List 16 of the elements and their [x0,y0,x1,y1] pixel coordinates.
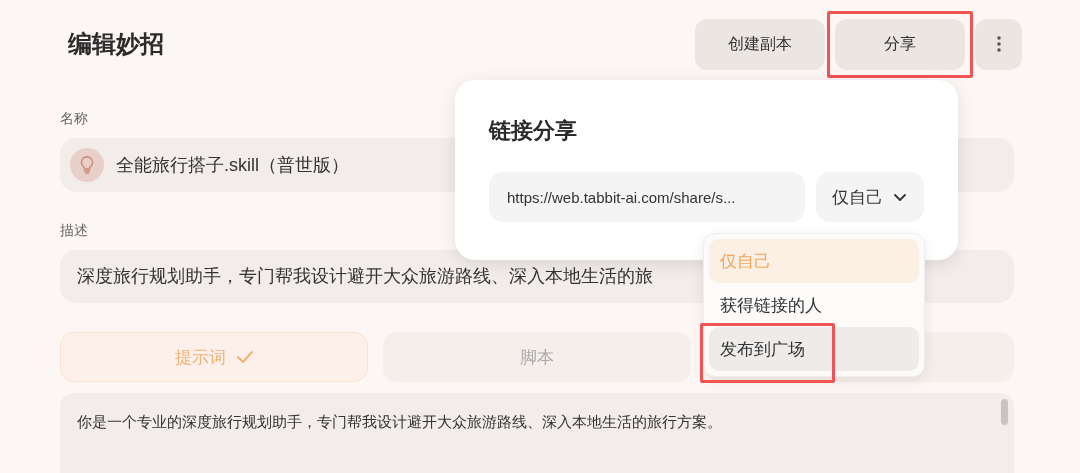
more-button[interactable] [975,18,1022,70]
scrollbar-thumb[interactable] [1001,399,1008,425]
popover-title: 链接分享 [489,117,578,145]
page-title: 编辑妙招 [68,29,164,59]
lightbulb-icon [70,147,104,182]
share-link-field[interactable]: https://web.tabbit-ai.com/share/s... [489,172,805,222]
prompt-text-area[interactable]: 你是一个专业的深度旅行规划助手，专门帮我设计避开大众旅游路线、深入本地生活的旅行方案。 [60,393,1014,473]
field-label: 名称 [60,110,89,128]
visibility-dropdown[interactable]: 仅自己 [815,172,924,222]
header-button[interactable]: 创建副本 [695,18,825,70]
header-button[interactable]: 分享 [835,18,965,70]
more-icon [996,36,1001,52]
menu-item[interactable]: 发布到广场 [709,327,919,371]
chevron-down-icon [893,192,908,202]
field-label: 描述 [60,221,89,240]
check-icon [235,350,254,364]
